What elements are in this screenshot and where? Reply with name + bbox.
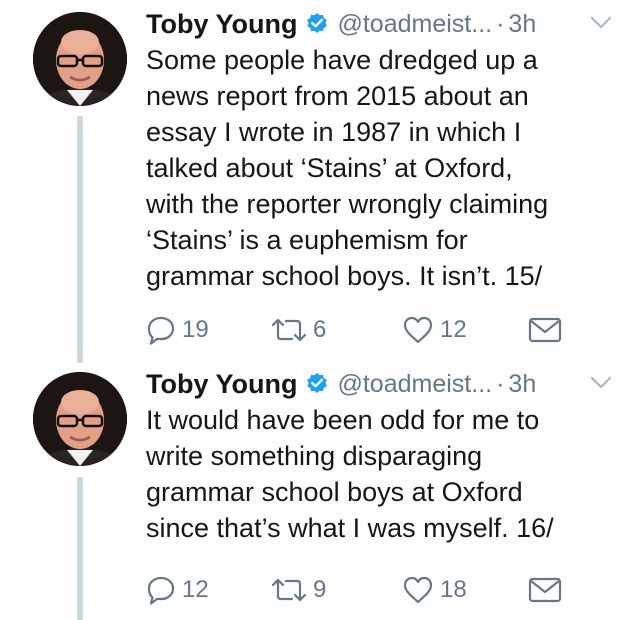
tweet-actions: 19 6 12 bbox=[146, 310, 566, 350]
tweet[interactable]: Toby Young @toadmeist... · 3h It would h… bbox=[0, 360, 640, 620]
tweet-text-line: grammar school boys. It isn’t. 15/ bbox=[146, 261, 543, 291]
tweet-text-line: with the reporter wrongly claiming bbox=[146, 189, 549, 219]
chevron-down-icon[interactable] bbox=[590, 16, 612, 30]
reply-count: 12 bbox=[182, 576, 209, 603]
tweet-actions: 12 9 18 bbox=[146, 570, 566, 610]
separator-dot: · bbox=[496, 9, 505, 38]
tweet-text-line: essay I wrote in 1987 in which I bbox=[146, 117, 522, 147]
reply-icon bbox=[146, 575, 176, 605]
retweet-count: 9 bbox=[313, 576, 327, 603]
verified-badge-icon bbox=[305, 372, 329, 396]
avatar[interactable] bbox=[33, 12, 127, 106]
like-count: 12 bbox=[440, 316, 467, 343]
thread-connector-line bbox=[77, 116, 83, 363]
like-button[interactable]: 12 bbox=[402, 310, 467, 350]
author-handle[interactable]: @toadmeist... bbox=[337, 370, 492, 399]
tweet[interactable]: Toby Young @toadmeist... · 3h Some peopl… bbox=[0, 0, 640, 363]
reply-button[interactable]: 12 bbox=[146, 570, 209, 610]
heart-icon bbox=[402, 315, 434, 345]
tweet-header: Toby Young @toadmeist... · 3h bbox=[146, 364, 612, 404]
like-button[interactable]: 18 bbox=[402, 570, 467, 610]
tweet-text: Some people have dredged up a news repor… bbox=[146, 42, 626, 294]
separator-dot: · bbox=[496, 369, 505, 398]
tweet-text-line: It would have been odd for me to bbox=[146, 405, 540, 435]
tweet-text-line: talked about ‘Stains’ at Oxford, bbox=[146, 153, 513, 183]
direct-message-button[interactable] bbox=[528, 570, 562, 610]
author-name[interactable]: Toby Young bbox=[146, 369, 297, 400]
reply-count: 19 bbox=[182, 316, 209, 343]
reply-button[interactable]: 19 bbox=[146, 310, 209, 350]
tweet-text-line: Some people have dredged up a bbox=[146, 45, 538, 75]
reply-icon bbox=[146, 315, 176, 345]
tweet-text-line: grammar school boys at Oxford bbox=[146, 477, 523, 507]
retweet-icon bbox=[271, 315, 307, 345]
tweet-text: It would have been odd for me to write s… bbox=[146, 402, 626, 546]
like-count: 18 bbox=[440, 576, 467, 603]
retweet-icon bbox=[271, 575, 307, 605]
avatar[interactable] bbox=[33, 372, 127, 466]
heart-icon bbox=[402, 575, 434, 605]
retweet-button[interactable]: 6 bbox=[271, 310, 326, 350]
author-name[interactable]: Toby Young bbox=[146, 9, 297, 40]
tweet-text-line: news report from 2015 about an bbox=[146, 81, 529, 111]
tweet-text-line: ‘Stains’ is a euphemism for bbox=[146, 225, 468, 255]
chevron-down-icon[interactable] bbox=[590, 376, 612, 390]
verified-badge-icon bbox=[305, 12, 329, 36]
tweet-text-line: write something disparaging bbox=[146, 441, 483, 471]
envelope-icon bbox=[528, 576, 562, 604]
tweet-text-line: since that’s what I was myself. 16/ bbox=[146, 513, 554, 543]
timestamp[interactable]: 3h bbox=[508, 370, 536, 399]
direct-message-button[interactable] bbox=[528, 310, 562, 350]
envelope-icon bbox=[528, 316, 562, 344]
tweet-header: Toby Young @toadmeist... · 3h bbox=[146, 4, 612, 44]
thread-connector-line bbox=[77, 477, 83, 620]
timestamp[interactable]: 3h bbox=[508, 10, 536, 39]
retweet-count: 6 bbox=[313, 316, 327, 343]
retweet-button[interactable]: 9 bbox=[271, 570, 326, 610]
author-handle[interactable]: @toadmeist... bbox=[337, 10, 492, 39]
